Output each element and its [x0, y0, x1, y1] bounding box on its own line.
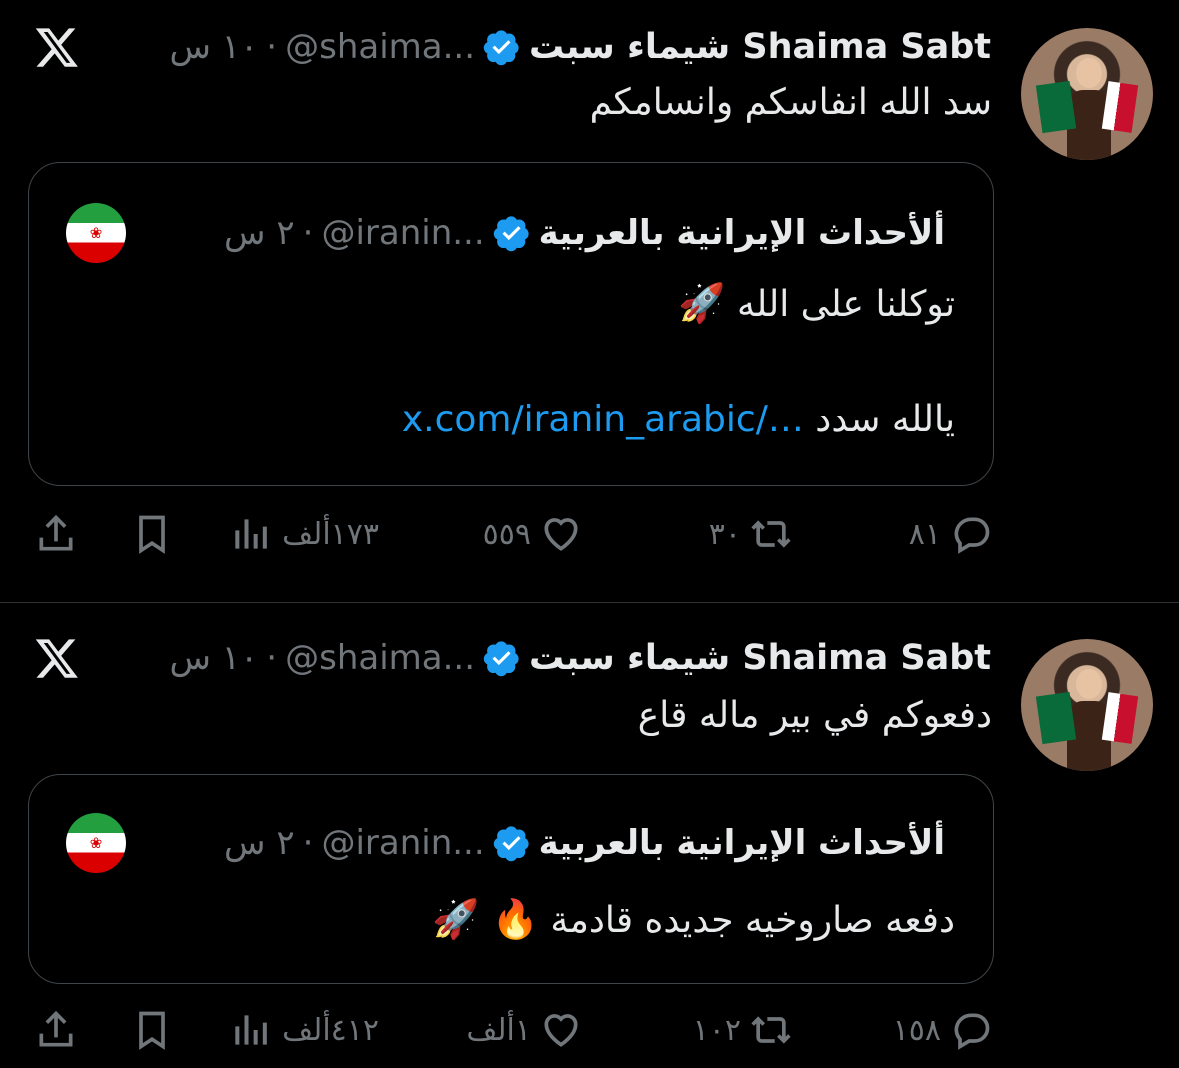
fire-rocket-emoji-icon: 🔥 🚀 [432, 897, 539, 941]
separator: · [266, 638, 278, 678]
heart-icon [544, 1014, 578, 1047]
like-button[interactable]: ١ألف [466, 1008, 583, 1052]
quoted-text: توكلنا على الله [737, 284, 955, 325]
quoted-header: ٢ س · @iranin... ألأحداث الإيرانية بالعر… [224, 213, 945, 253]
tweet-text: سد الله انفاسكم وانسامكم [589, 82, 992, 123]
quoted-avatar[interactable]: ❀ [66, 203, 126, 263]
repost-icon [751, 1016, 791, 1044]
repost-button[interactable]: ٣٠ [709, 512, 793, 556]
quoted-text-2: يالله سدد [815, 399, 955, 440]
avatar-face [1076, 58, 1102, 88]
quoted-tweet[interactable]: ❀ ٢ س · @iranin... ألأحداث الإيرانية بال… [28, 774, 994, 984]
author-handle[interactable]: @shaima... [285, 638, 475, 678]
quoted-avatar[interactable]: ❀ [66, 813, 126, 873]
repost-count: ١٠٢ [692, 1012, 741, 1048]
quoted-author-name[interactable]: ألأحداث الإيرانية بالعربية [539, 213, 945, 253]
quoted-link-line: يالله سدد x.com/iranin_arabic/… [402, 399, 955, 440]
verified-badge-icon [483, 30, 519, 66]
bahrain-flag-icon [1101, 81, 1139, 133]
views-button[interactable]: ١٧٣ألف [230, 512, 379, 556]
quoted-handle[interactable]: @iranin... [321, 823, 484, 863]
tweet[interactable]: ١٠ س · @shaima... شيماء سبت Shaima Sabt … [0, 603, 1179, 1068]
verified-badge-icon [493, 216, 529, 252]
reply-count: ١٥٨ [892, 1012, 941, 1048]
share-icon [39, 514, 73, 551]
share-icon [39, 1010, 73, 1047]
author-name[interactable]: شيماء سبت Shaima Sabt [529, 638, 991, 678]
avatar[interactable] [1021, 28, 1153, 160]
quoted-tweet[interactable]: ❀ ٢ س · @iranin... ألأحداث الإيرانية بال… [28, 162, 994, 486]
reply-count: ٨١ [908, 516, 941, 552]
views-button[interactable]: ٤١٢ألف [230, 1008, 379, 1052]
quoted-text: دفعه صاروخيه جديده قادمة [550, 900, 955, 941]
tweet-time: ١٠ س [169, 638, 259, 678]
x-logo-icon[interactable] [32, 24, 82, 70]
share-button[interactable] [34, 1008, 78, 1052]
rocket-emoji-icon: 🚀 [678, 281, 726, 325]
bookmark-button[interactable] [130, 512, 174, 556]
author-handle[interactable]: @shaima... [285, 27, 475, 67]
quoted-time: ٢ س [224, 213, 295, 253]
reply-button[interactable]: ٨١ [909, 512, 993, 556]
avatar-face [1076, 669, 1102, 699]
reply-button[interactable]: ١٥٨ [893, 1008, 993, 1052]
verified-badge-icon [493, 826, 529, 862]
iran-emblem-icon: ❀ [89, 224, 103, 242]
quoted-header: ٢ س · @iranin... ألأحداث الإيرانية بالعر… [224, 823, 945, 863]
quoted-handle[interactable]: @iranin... [321, 213, 484, 253]
reply-icon [954, 517, 990, 554]
action-bar: ١٥٨ ١٠٢ ١ألف ٤١٢ألف [0, 1008, 1179, 1056]
quoted-text-line: دفعه صاروخيه جديده قادمة 🔥 🚀 [432, 897, 955, 942]
tweet[interactable]: ١٠ س · @shaima... شيماء سبت Shaima Sabt … [0, 0, 1179, 602]
views-icon [235, 519, 267, 549]
bahrain-flag-icon [1101, 692, 1139, 744]
quoted-text-line: توكلنا على الله 🚀 [678, 281, 955, 326]
avatar[interactable] [1021, 639, 1153, 771]
separator: · [302, 823, 314, 863]
tweet-time: ١٠ س [169, 27, 259, 67]
bookmark-button[interactable] [130, 1008, 174, 1052]
tweet-header: ١٠ س · @shaima... شيماء سبت Shaima Sabt [169, 27, 991, 67]
views-count: ١٧٣ألف [282, 516, 379, 552]
verified-badge-icon [483, 641, 519, 677]
like-count: ١ألف [466, 1012, 531, 1048]
views-icon [235, 1015, 267, 1045]
action-bar: ٨١ ٣٠ ٥٥٩ ١٧٣ألف [0, 512, 1179, 560]
author-name[interactable]: شيماء سبت Shaima Sabt [529, 27, 991, 67]
like-count: ٥٥٩ [482, 516, 531, 552]
saudi-flag-icon [1035, 691, 1077, 745]
quoted-link[interactable]: x.com/iranin_arabic/… [402, 399, 804, 440]
repost-icon [751, 520, 791, 548]
iran-emblem-icon: ❀ [89, 834, 103, 852]
bookmark-icon [139, 515, 165, 554]
like-button[interactable]: ٥٥٩ [483, 512, 583, 556]
quoted-time: ٢ س [224, 823, 295, 863]
bookmark-icon [139, 1011, 165, 1050]
tweet-text: دفعوكم في بير ماله قاع [637, 695, 992, 736]
separator: · [302, 213, 314, 253]
x-logo-icon[interactable] [32, 635, 82, 681]
heart-icon [544, 518, 578, 551]
repost-button[interactable]: ١٠٢ [693, 1008, 793, 1052]
tweet-header: ١٠ س · @shaima... شيماء سبت Shaima Sabt [169, 638, 991, 678]
separator: · [266, 27, 278, 67]
quoted-author-name[interactable]: ألأحداث الإيرانية بالعربية [539, 823, 945, 863]
reply-icon [954, 1013, 990, 1050]
views-count: ٤١٢ألف [282, 1012, 379, 1048]
saudi-flag-icon [1035, 80, 1077, 134]
repost-count: ٣٠ [708, 516, 741, 552]
share-button[interactable] [34, 512, 78, 556]
